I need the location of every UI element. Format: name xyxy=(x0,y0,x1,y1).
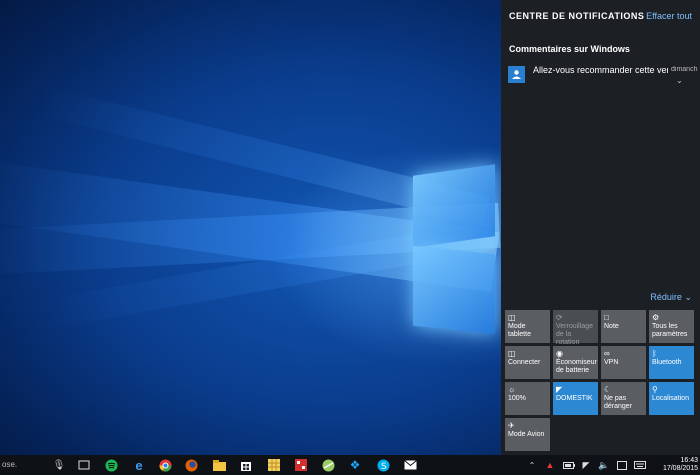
action-center-icon[interactable] xyxy=(616,458,628,472)
tile-label: Tous les paramètres xyxy=(652,323,688,338)
notification-item[interactable]: Allez-vous recommander cette versi diman… xyxy=(508,62,698,88)
search-box-text[interactable]: ose. xyxy=(2,460,17,469)
tile-tablet-mode[interactable]: ◫ Mode tablette xyxy=(505,310,550,343)
gear-icon: ⚙ xyxy=(652,313,660,322)
tile-rotation-lock[interactable]: ⟳ Verrouillage de la rotation xyxy=(553,310,598,346)
app-grid-icon[interactable] xyxy=(266,458,282,472)
clock-time: 16:43 xyxy=(680,457,698,464)
keyboard-icon[interactable] xyxy=(634,458,646,472)
notification-group-title: Commentaires sur Windows xyxy=(509,44,630,54)
twitter-icon[interactable]: ❖ xyxy=(347,458,363,472)
chrome-icon[interactable] xyxy=(157,458,173,472)
clock-date: 17/08/2015 xyxy=(662,465,698,472)
moon-icon: ☾ xyxy=(604,385,612,394)
tile-brightness[interactable]: ☼ 100% xyxy=(505,382,550,415)
bluetooth-icon: ᛒ xyxy=(652,349,657,358)
notification-time: dimanch xyxy=(671,66,698,73)
svg-text:S: S xyxy=(381,462,387,472)
location-icon: ⚲ xyxy=(652,385,658,394)
chevron-up-icon[interactable]: ⌃ xyxy=(527,458,537,472)
airplane-icon: ✈ xyxy=(508,421,515,430)
tile-label: Bluetooth xyxy=(652,359,682,366)
mail-icon[interactable] xyxy=(402,458,418,472)
tile-label: Économiseur de batterie xyxy=(556,359,597,374)
tray-app-icon[interactable]: ▲ xyxy=(545,458,555,472)
tile-label: VPN xyxy=(604,359,619,366)
skype-icon[interactable]: S xyxy=(375,458,391,472)
feedback-icon xyxy=(508,66,525,83)
tile-label: Verrouillage de la rotation xyxy=(556,323,593,346)
chevron-down-icon: ⌄ xyxy=(684,292,692,302)
tile-all-settings[interactable]: ⚙ Tous les paramètres xyxy=(649,310,694,343)
panel-title: CENTRE DE NOTIFICATIONS xyxy=(509,11,645,21)
edge-icon[interactable]: e xyxy=(131,458,147,473)
microphone-icon[interactable]: 🎙 xyxy=(53,458,66,472)
notification-text: Allez-vous recommander cette versi xyxy=(533,65,668,75)
note-icon: □ xyxy=(604,313,609,322)
windows-logo-pane xyxy=(413,164,495,248)
tablet-icon: ◫ xyxy=(508,313,516,322)
firefox-icon[interactable] xyxy=(183,458,199,472)
tile-quiet-hours[interactable]: ☾ Ne pas déranger xyxy=(601,382,646,415)
tile-label: Mode tablette xyxy=(508,323,531,338)
spotify-icon[interactable] xyxy=(103,458,119,472)
media-app-icon[interactable] xyxy=(293,458,309,472)
windows-logo-pane xyxy=(413,245,495,335)
tile-label: Localisation xyxy=(652,395,689,402)
tile-vpn[interactable]: ∞ VPN xyxy=(601,346,646,379)
sports-app-icon[interactable] xyxy=(320,458,336,472)
vpn-icon: ∞ xyxy=(604,349,610,358)
tile-airplane-mode[interactable]: ✈ Mode Avion xyxy=(505,418,550,451)
brightness-icon: ☼ xyxy=(508,385,516,394)
rotation-lock-icon: ⟳ xyxy=(556,313,563,322)
tile-label: Ne pas déranger xyxy=(604,395,633,410)
taskbar: ose. 🎙 e ❖ S ⌃ ▲ ◤ 🔈 16:43 17/08/2015 xyxy=(0,455,700,475)
connect-icon: ◫ xyxy=(508,349,516,358)
volume-icon[interactable]: 🔈 xyxy=(598,458,610,472)
file-explorer-icon[interactable] xyxy=(211,458,227,472)
wifi-icon: ◤ xyxy=(556,385,563,394)
store-icon[interactable] xyxy=(238,458,254,472)
tile-label: DOMESTIK xyxy=(556,395,593,402)
taskbar-clock[interactable]: 16:43 17/08/2015 xyxy=(650,457,698,473)
battery-icon[interactable] xyxy=(563,458,575,472)
collapse-label: Réduire xyxy=(650,292,682,302)
chevron-down-icon[interactable]: ⌄ xyxy=(676,76,683,85)
tile-location[interactable]: ⚲ Localisation xyxy=(649,382,694,415)
battery-saver-icon: ◉ xyxy=(556,349,563,358)
task-view-icon[interactable] xyxy=(77,458,91,472)
tile-bluetooth[interactable]: ᛒ Bluetooth xyxy=(649,346,694,379)
tile-label: Note xyxy=(604,323,619,330)
tile-note[interactable]: □ Note xyxy=(601,310,646,343)
tile-label: 100% xyxy=(508,395,526,402)
clear-all-link[interactable]: Effacer tout xyxy=(646,11,692,21)
tile-wifi[interactable]: ◤ DOMESTIK xyxy=(553,382,598,415)
tile-label: Connecter xyxy=(508,359,541,366)
notification-center-panel: CENTRE DE NOTIFICATIONS Effacer tout Com… xyxy=(501,0,700,455)
collapse-link[interactable]: Réduire ⌄ xyxy=(650,292,692,303)
tile-battery-saver[interactable]: ◉ Économiseur de batterie xyxy=(553,346,598,379)
tile-connect[interactable]: ◫ Connecter xyxy=(505,346,550,379)
wifi-tray-icon[interactable]: ◤ xyxy=(580,458,592,472)
tile-label: Mode Avion xyxy=(508,431,545,438)
